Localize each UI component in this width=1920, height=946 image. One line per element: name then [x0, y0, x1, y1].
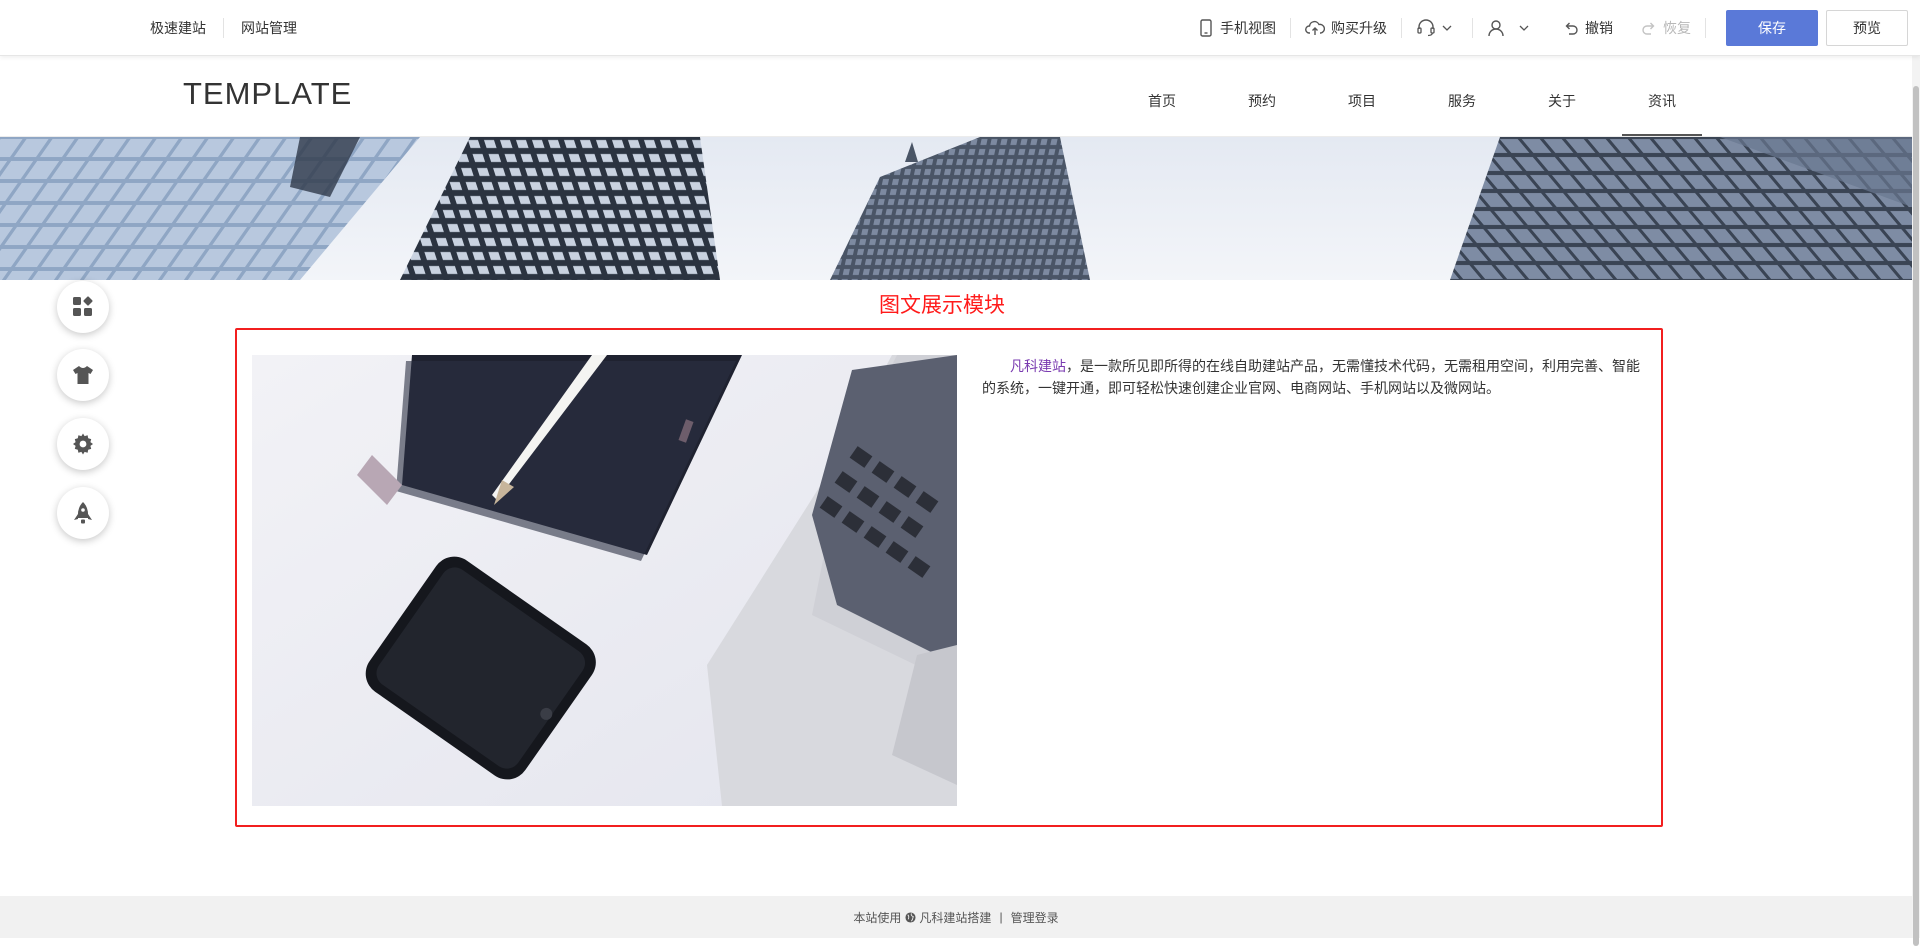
- toolbar-right: 手机视图 购买升级 撤销 恢复 保存 预览: [1184, 0, 1920, 55]
- site-management-link[interactable]: 网站管理: [224, 18, 314, 38]
- upgrade-label: 购买升级: [1331, 19, 1387, 36]
- nav-item-projects[interactable]: 项目: [1322, 56, 1402, 136]
- module-image[interactable]: [252, 355, 957, 806]
- upgrade-button[interactable]: 购买升级: [1291, 18, 1401, 38]
- module-body-text: ，是一款所见即所得的在线自助建站产品，无需懂技术代码，无需租用空间，利用完善、智…: [982, 358, 1640, 396]
- publish-button[interactable]: [57, 487, 109, 539]
- gear-icon: [73, 433, 93, 455]
- support-dropdown[interactable]: [1402, 18, 1472, 37]
- preview-button[interactable]: 预览: [1826, 9, 1908, 46]
- chevron-down-icon: [1519, 25, 1529, 31]
- nav-item-booking[interactable]: 预约: [1222, 56, 1302, 136]
- site-nav: 首页 预约 项目 服务 关于 资讯: [1122, 56, 1722, 136]
- redo-icon: [1642, 22, 1655, 35]
- nav-item-services[interactable]: 服务: [1422, 56, 1502, 136]
- save-button[interactable]: 保存: [1726, 9, 1818, 46]
- footer-prefix: 本站使用: [853, 910, 902, 925]
- settings-button[interactable]: [57, 418, 109, 470]
- globe-icon: [905, 911, 916, 923]
- nav-item-about[interactable]: 关于: [1522, 56, 1602, 136]
- site-header: TEMPLATE 首页 预约 项目 服务 关于 资讯: [0, 56, 1912, 137]
- undo-button[interactable]: 撤销: [1549, 18, 1627, 38]
- module-title: 图文展示模块: [879, 294, 1005, 317]
- cloud-upload-icon: [1305, 20, 1325, 35]
- footer-brand-link[interactable]: 凡科建站搭建: [919, 909, 991, 926]
- site-logo[interactable]: TEMPLATE: [183, 76, 352, 112]
- mobile-view-label: 手机视图: [1220, 19, 1276, 36]
- footer-separator: |: [999, 910, 1003, 924]
- scrollbar-thumb[interactable]: [1913, 86, 1919, 946]
- banner-image[interactable]: [0, 137, 1912, 280]
- nav-item-news[interactable]: 资讯: [1622, 56, 1702, 136]
- chevron-down-icon: [1442, 25, 1452, 31]
- site-footer: 本站使用 凡科建站搭建 | 管理登录: [0, 896, 1912, 938]
- brand-link[interactable]: 凡科建站: [1010, 358, 1066, 374]
- editor-toolbar: 极速建站 网站管理 手机视图 购买升级 撤销 恢复 保存 预览: [0, 0, 1920, 56]
- rocket-icon: [74, 502, 92, 524]
- user-icon: [1488, 19, 1504, 36]
- phone-icon: [1200, 18, 1212, 37]
- undo-icon: [1565, 22, 1578, 35]
- undo-label: 撤销: [1585, 19, 1613, 36]
- redo-label: 恢复: [1663, 19, 1691, 36]
- redo-button[interactable]: 恢复: [1627, 18, 1705, 38]
- headset-icon: [1417, 18, 1435, 36]
- admin-login-link[interactable]: 管理登录: [1011, 909, 1059, 926]
- page-scrollbar[interactable]: [1912, 56, 1920, 946]
- module-text[interactable]: 凡科建站，是一款所见即所得的在线自助建站产品，无需懂技术代码，无需租用空间，利用…: [982, 355, 1652, 399]
- nav-item-home[interactable]: 首页: [1122, 56, 1202, 136]
- quick-build-link[interactable]: 极速建站: [150, 18, 223, 38]
- shirt-icon: [73, 366, 93, 384]
- theme-style-button[interactable]: [57, 349, 109, 401]
- divider: [1705, 17, 1706, 38]
- mobile-view-button[interactable]: 手机视图: [1184, 18, 1290, 38]
- toolbar-left: 极速建站 网站管理: [150, 0, 314, 55]
- user-dropdown[interactable]: [1473, 19, 1549, 37]
